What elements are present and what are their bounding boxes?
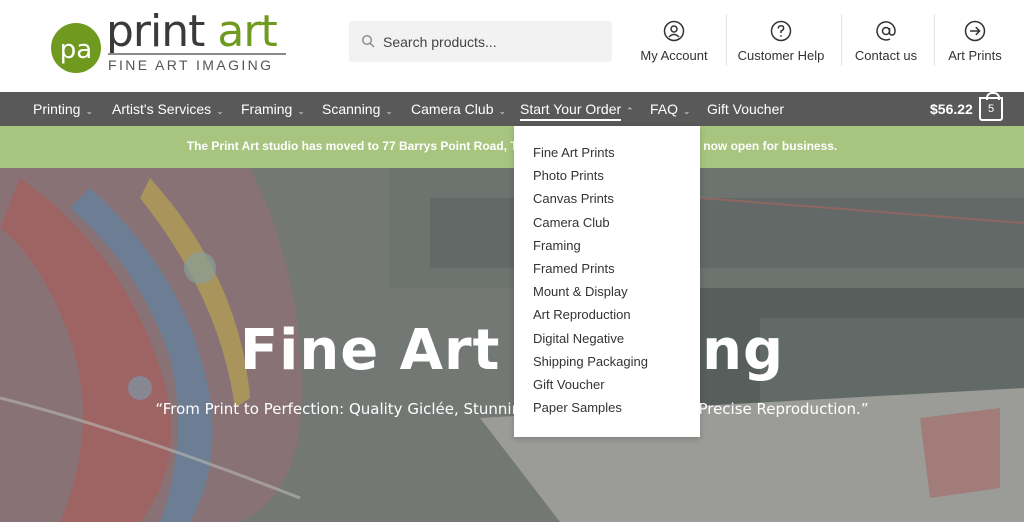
dropdown-item-paper-samples[interactable]: Paper Samples [514,400,700,423]
chevron-down-icon: ⌄ [216,106,224,116]
header-link-contact-us[interactable]: Contact us [850,14,922,74]
dropdown-item-canvas-prints[interactable]: Canvas Prints [514,191,700,214]
logo-tagline: FINE ART IMAGING [108,57,274,73]
header-link-label: Art Prints [948,48,1002,63]
nav-item-label: Start Your Order [520,101,622,121]
dropdown-item-framed-prints[interactable]: Framed Prints [514,261,700,284]
dropdown-item-framing[interactable]: Framing [514,238,700,261]
cart-bag-icon[interactable]: 5 [979,92,1003,121]
logo-word-primary: print [106,6,205,57]
user-icon [663,20,685,42]
dropdown-item-digital-negative[interactable]: Digital Negative [514,331,700,354]
help-icon [770,20,792,42]
nav-item-gift-voucher[interactable]: Gift Voucher [707,92,784,126]
nav-item-faq[interactable]: FAQ ⌄ [650,92,691,126]
search-box[interactable] [349,21,612,62]
nav-item-label: FAQ [650,101,679,117]
chevron-down-icon: ⌄ [297,106,305,116]
nav-item-framing[interactable]: Framing ⌄ [241,92,305,126]
header-link-my-account[interactable]: My Account [632,14,716,74]
notice-banner: The Print Art studio has moved to 77 Bar… [0,126,1024,168]
logo-divider [108,53,286,55]
chevron-down-icon: ⌄ [683,106,691,116]
dropdown-item-photo-prints[interactable]: Photo Prints [514,168,700,191]
hero-banner: Fine Art Imaging “From Print to Perfecti… [0,168,1024,522]
dropdown-item-camera-club[interactable]: Camera Club [514,215,700,238]
nav-item-label: Framing [241,101,293,117]
start-your-order-dropdown: Fine Art Prints Photo Prints Canvas Prin… [514,126,700,437]
svg-text:pa: pa [60,35,92,65]
nav-item-label: Camera Club [411,101,494,117]
header-divider [841,14,842,66]
chevron-down-icon: ⌄ [385,106,393,116]
search-icon [361,34,375,48]
dropdown-item-shipping-packaging[interactable]: Shipping Packaging [514,354,700,377]
main-nav: Printing ⌄ Artist's Services ⌄ Framing ⌄ Sc… [0,92,1024,126]
site-logo[interactable]: pa print art FINE ART IMAGING [50,6,290,76]
search-input[interactable] [383,21,603,62]
dropdown-item-gift-voucher[interactable]: Gift Voucher [514,377,700,400]
nav-item-printing[interactable]: Printing ⌄ [33,92,93,126]
site-header: pa print art FINE ART IMAGING My Account… [0,0,1024,92]
nav-item-label: Scanning [322,101,381,117]
header-divider [726,14,727,66]
header-link-label: Contact us [854,48,918,63]
header-link-label: My Account [640,48,708,63]
logo-mark-icon: pa [51,23,101,73]
nav-item-label: Printing [33,101,81,117]
logo-wordmark: print art [106,6,278,58]
cart-total[interactable]: $56.22 [930,92,973,126]
header-link-customer-help[interactable]: Customer Help [734,14,828,74]
logo-word-accent: art [217,6,277,57]
chevron-down-icon: ⌄ [498,106,507,116]
nav-item-label: Gift Voucher [707,101,785,117]
cart-count: 5 [987,103,995,115]
dropdown-item-mount-display[interactable]: Mount & Display [514,284,700,307]
hero-subtitle: “From Print to Perfection: Quality Giclé… [155,400,869,418]
chevron-down-icon: ⌄ [85,106,94,116]
at-icon [876,21,896,41]
arrow-right-circle-icon [964,20,986,42]
dropdown-item-fine-art-prints[interactable]: Fine Art Prints [514,145,700,168]
header-divider [934,14,935,66]
nav-item-label: Artist's Services [112,101,212,117]
nav-item-scanning[interactable]: Scanning ⌄ [322,92,393,126]
header-link-art-prints[interactable]: Art Prints [944,14,1006,74]
dropdown-item-art-reproduction[interactable]: Art Reproduction [514,307,700,330]
chevron-up-icon: ⌃ [626,106,634,116]
nav-item-artists-services[interactable]: Artist's Services ⌄ [112,92,224,126]
nav-item-start-your-order[interactable]: Start Your Order ⌃ [520,92,634,126]
nav-item-camera-club[interactable]: Camera Club ⌄ [411,92,506,126]
header-link-label: Customer Help [737,48,825,63]
hero-title: Fine Art Imaging [239,318,785,383]
